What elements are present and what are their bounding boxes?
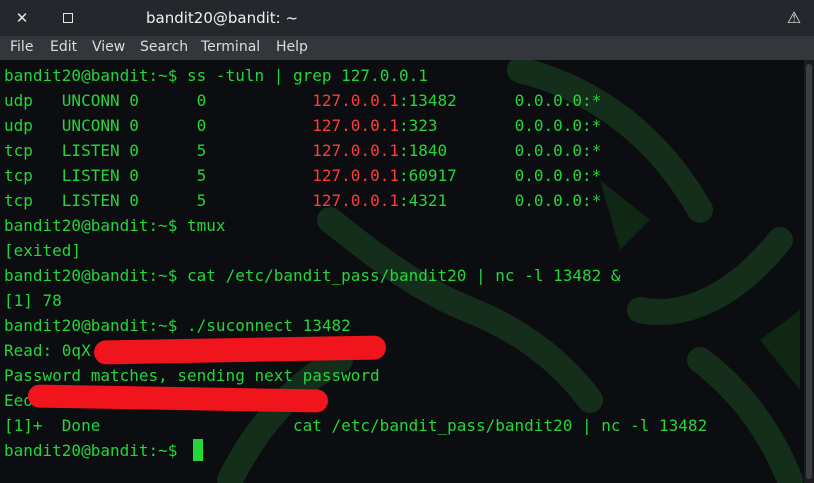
cmd-line-cat: bandit20@bandit:~$ cat /etc/bandit_pass/… [4,263,707,288]
ss-proto: tcp [4,141,62,160]
ss-local-ip: 127.0.0.1 [312,116,399,135]
ss-recvq: 0 [129,191,197,210]
menu-view[interactable]: View [92,39,125,55]
ss-sendq: 5 [196,141,313,160]
ss-sendq: 0 [196,116,313,135]
ss-state: UNCONN [61,91,130,110]
command-cat: cat /etc/bandit_pass/bandit20 | nc -l 13… [187,266,621,285]
ss-proto: tcp [4,166,62,185]
ss-sendq: 5 [196,166,313,185]
close-icon[interactable]: ✕ [12,8,32,28]
ss-local-port: :1840 [398,141,448,160]
warning-icon[interactable]: ⚠ [784,8,804,28]
password-match-line: Password matches, sending next password [4,366,380,385]
ss-row: udp UNCONN 0 0 127.0.0.1:323 0.0.0.0:* [4,113,707,138]
ss-recvq: 0 [129,116,197,135]
ss-state: LISTEN [61,141,130,160]
prompt: bandit20@bandit:~$ [4,441,188,460]
text-cursor [193,439,204,461]
cmd-line-ss: bandit20@bandit:~$ ss -tuln | grep 127.0… [4,63,707,88]
menu-edit[interactable]: Edit [50,39,77,55]
job-started-line: [1] 78 [4,291,62,310]
cmd-line-suconnect: bandit20@bandit:~$ ./suconnect 13482 [4,313,707,338]
window-title: bandit20@bandit: ~ [146,9,299,27]
ss-local-ip: 127.0.0.1 [312,91,399,110]
prompt: bandit20@bandit:~$ [4,266,188,285]
command-tmux: tmux [187,216,226,235]
ss-proto: tcp [4,191,62,210]
ss-peer: 0.0.0.0:* [447,191,602,210]
prompt: bandit20@bandit:~$ [4,216,188,235]
ss-local-ip: 127.0.0.1 [312,191,399,210]
ss-local-ip: 127.0.0.1 [312,141,399,160]
ss-sendq: 5 [196,191,313,210]
ss-local-port: :13482 [398,91,457,110]
ss-row: tcp LISTEN 0 5 127.0.0.1:4321 0.0.0.0:* [4,188,707,213]
redaction-mark [93,335,387,365]
menu-file[interactable]: File [10,39,33,55]
ss-proto: udp [4,91,62,110]
ss-sendq: 0 [196,91,313,110]
ss-peer: 0.0.0.0:* [456,166,602,185]
ss-local-port: :323 [398,116,438,135]
ss-state: LISTEN [61,191,130,210]
ss-recvq: 0 [129,141,197,160]
maximize-icon[interactable] [58,8,78,28]
ss-row: tcp LISTEN 0 5 127.0.0.1:1840 0.0.0.0:* [4,138,707,163]
ss-local-ip: 127.0.0.1 [312,166,399,185]
scrollbar-thumb[interactable] [806,64,812,479]
job-done-line: [1]+ Done cat /etc/bandit_pass/bandit20 … [4,416,708,435]
ss-local-port: :60917 [398,166,457,185]
ss-recvq: 0 [129,91,197,110]
command-ss: ss -tuln | grep 127.0.0.1 [187,66,428,85]
ss-peer: 0.0.0.0:* [447,141,602,160]
ss-proto: udp [4,116,62,135]
prompt: bandit20@bandit:~$ [4,316,188,335]
ss-state: UNCONN [61,116,130,135]
menu-terminal[interactable]: Terminal [201,39,260,55]
menu-help[interactable]: Help [276,39,308,55]
maximize-square [63,13,73,23]
ss-row: udp UNCONN 0 0 127.0.0.1:13482 0.0.0.0:* [4,88,707,113]
ss-row: tcp LISTEN 0 5 127.0.0.1:60917 0.0.0.0:* [4,163,707,188]
cmd-line-current[interactable]: bandit20@bandit:~$ [4,438,707,463]
ss-recvq: 0 [129,166,197,185]
scrollbar[interactable] [804,60,814,483]
menu-search[interactable]: Search [140,39,188,55]
command-suconnect: ./suconnect 13482 [187,316,351,335]
menu-bar: File Edit View Search Terminal Help [0,36,814,60]
title-bar: ✕ bandit20@bandit: ~ ⚠ [0,0,814,36]
cmd-line-tmux: bandit20@bandit:~$ tmux [4,213,707,238]
terminal-area[interactable]: bandit20@bandit:~$ ss -tuln | grep 127.0… [0,60,804,483]
ss-local-port: :4321 [398,191,448,210]
prompt: bandit20@bandit:~$ [4,66,188,85]
exited-line: [exited] [4,241,82,260]
ss-peer: 0.0.0.0:* [437,116,602,135]
ss-peer: 0.0.0.0:* [456,91,602,110]
ss-state: LISTEN [61,166,130,185]
